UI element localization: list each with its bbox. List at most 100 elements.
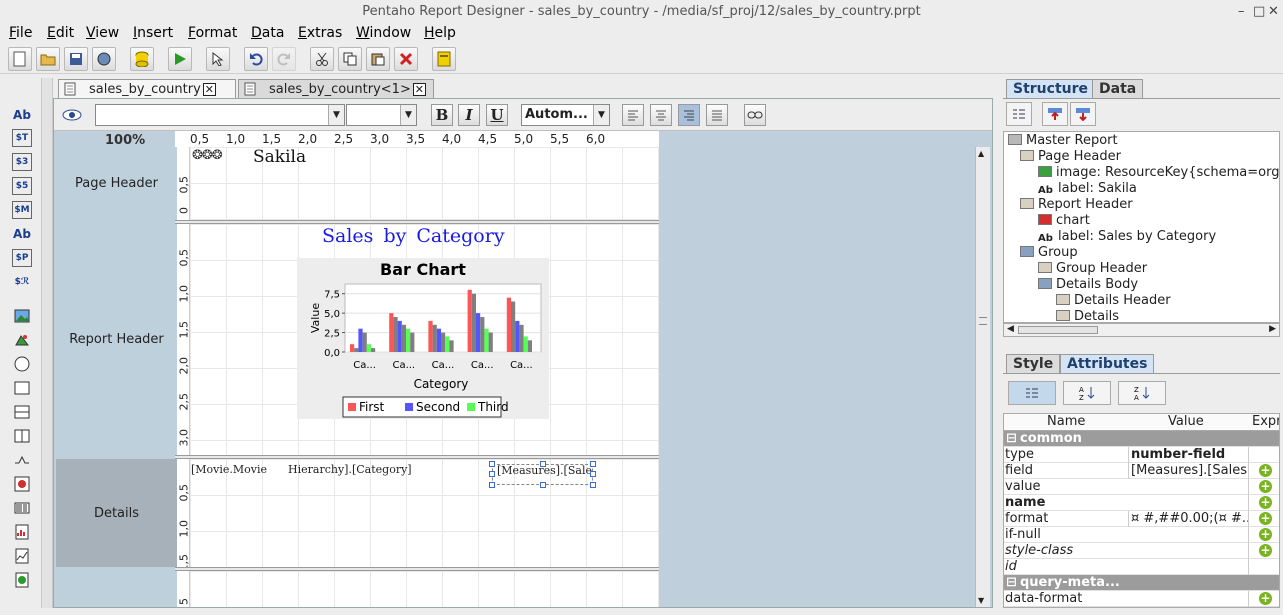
structure-tree[interactable]: Master Report Page Header image: ResourceK…	[1003, 131, 1280, 323]
resource-message-tool-icon[interactable]: $ℛ	[12, 273, 32, 291]
attribute-expression[interactable]: +	[1248, 479, 1279, 495]
attribute-row[interactable]: type number-field	[1004, 447, 1279, 463]
run-preview-icon[interactable]	[168, 47, 192, 71]
align-left-icon[interactable]	[622, 104, 644, 126]
vertical-line-tool-icon[interactable]	[12, 427, 32, 445]
attribute-row[interactable]: data-format +	[1004, 591, 1279, 607]
cut-icon[interactable]	[310, 47, 334, 71]
attribute-expression[interactable]	[1248, 447, 1279, 463]
attribute-value[interactable]: [Measures].[Sales]	[1128, 463, 1248, 479]
tree-item[interactable]: Ab label: Sakila	[1038, 181, 1137, 196]
scroll-down-icon[interactable]: ▼	[978, 596, 984, 605]
menu-file[interactable]: File	[9, 24, 32, 42]
new-report-icon[interactable]	[8, 47, 32, 71]
tree-item[interactable]: Details	[1056, 309, 1119, 322]
tab-attributes[interactable]: Attributes	[1060, 354, 1155, 373]
categorized-view-icon[interactable]	[1008, 381, 1056, 405]
tree-item[interactable]: Group Header	[1038, 261, 1147, 276]
attribute-expression[interactable]: +	[1248, 495, 1279, 511]
resource-label-tool-icon[interactable]: Ab	[12, 225, 32, 243]
resize-handle[interactable]	[540, 482, 546, 488]
bar-sparkline-tool-icon[interactable]	[12, 523, 32, 541]
report-title-label[interactable]: Sales by Category	[322, 225, 505, 247]
report-header-canvas[interactable]: Sales by Category Bar Chart 0,0 2,5 5,0 7,5 V…	[190, 224, 659, 455]
scroll-up-icon[interactable]: ▲	[978, 149, 984, 158]
add-expression-icon[interactable]: +	[1259, 480, 1272, 493]
italic-button[interactable]: I	[458, 104, 480, 126]
attribute-row[interactable]: format ¤ #,##0.00;(¤ #... +	[1004, 511, 1279, 527]
hyperlink-icon[interactable]	[744, 104, 766, 126]
category-field[interactable]: [Movie.Movie Hierarchy].[Category]	[191, 463, 412, 476]
resource-field-tool-icon[interactable]: $P	[12, 249, 32, 267]
report-properties-icon[interactable]	[432, 47, 456, 71]
open-folder-icon[interactable]	[36, 47, 60, 71]
survey-scale-tool-icon[interactable]	[12, 451, 32, 469]
band-label-footer[interactable]	[56, 571, 177, 607]
page-header-canvas[interactable]: ❂❂❂ Sakila	[190, 147, 659, 220]
tree-item[interactable]: Details Header	[1056, 293, 1171, 308]
align-justify-icon[interactable]	[706, 104, 728, 126]
align-center-icon[interactable]	[650, 104, 672, 126]
tree-item[interactable]: chart	[1038, 213, 1090, 228]
image-tool-icon[interactable]	[12, 331, 32, 349]
add-expression-icon[interactable]: +	[1259, 528, 1272, 541]
band-label-page-header[interactable]: Page Header	[56, 147, 177, 220]
zoom-level[interactable]: 100%	[105, 133, 145, 148]
scroll-right-icon[interactable]: ▶	[1269, 324, 1276, 334]
image-field-tool-icon[interactable]	[12, 307, 32, 325]
add-expression-icon[interactable]: +	[1259, 512, 1272, 525]
minimize-button[interactable]: –	[1238, 4, 1245, 20]
chart-tool-icon[interactable]	[12, 475, 32, 493]
tree-item[interactable]: Master Report	[1008, 133, 1118, 148]
resize-handle[interactable]	[489, 482, 495, 488]
scroll-thumb[interactable]	[1018, 326, 1098, 334]
ellipse-tool-icon[interactable]	[12, 355, 32, 373]
barcode-tool-icon[interactable]	[12, 499, 32, 517]
attribute-expression[interactable]: +	[1248, 463, 1279, 479]
attribute-expression[interactable]: +	[1248, 591, 1279, 607]
menu-extras[interactable]: Extras	[298, 24, 342, 42]
menu-view[interactable]: View	[86, 24, 119, 42]
attribute-row[interactable]: style-class +	[1004, 543, 1279, 559]
line-sparkline-tool-icon[interactable]	[12, 547, 32, 565]
attribute-value[interactable]: ¤ #,##0.00;(¤ #...	[1128, 511, 1248, 527]
maximize-button[interactable]: □	[1253, 4, 1265, 20]
resize-handle[interactable]	[489, 471, 495, 477]
footer-canvas[interactable]	[190, 571, 659, 607]
add-expression-icon[interactable]: +	[1259, 496, 1272, 509]
copy-icon[interactable]	[338, 47, 362, 71]
eye-icon[interactable]	[61, 107, 83, 126]
attribute-section[interactable]: ⊟ common	[1004, 431, 1279, 447]
horizontal-line-tool-icon[interactable]	[12, 403, 32, 421]
attribute-expression[interactable]: +	[1248, 527, 1279, 543]
tab-structure[interactable]: Structure	[1006, 79, 1096, 98]
attribute-expression[interactable]: +	[1248, 511, 1279, 527]
tree-item[interactable]: Details Body	[1038, 277, 1138, 292]
details-canvas[interactable]: [Movie.Movie Hierarchy].[Category] [Meas…	[190, 459, 659, 567]
redo-icon[interactable]	[272, 47, 296, 71]
attribute-row[interactable]: if-null +	[1004, 527, 1279, 543]
menu-window[interactable]: Window	[356, 24, 411, 42]
save-icon[interactable]	[64, 47, 88, 71]
number-field-tool-icon[interactable]: $3	[12, 153, 32, 171]
band-label-report-header[interactable]: Report Header	[56, 224, 177, 455]
scroll-thumb[interactable]	[979, 317, 987, 325]
attribute-row[interactable]: field [Measures].[Sales] +	[1004, 463, 1279, 479]
attribute-row[interactable]: id	[1004, 559, 1279, 575]
label-tool-icon[interactable]: Ab	[12, 106, 32, 124]
tree-hscrollbar[interactable]: ◀ ▶	[1003, 323, 1280, 337]
add-expression-icon[interactable]: +	[1259, 544, 1272, 557]
paste-icon[interactable]	[366, 47, 390, 71]
datasource-icon[interactable]	[130, 47, 154, 71]
resize-handle[interactable]	[590, 482, 596, 488]
sort-za-icon[interactable]: ZA	[1118, 381, 1166, 405]
tree-view-icon[interactable]	[1006, 102, 1032, 126]
add-expression-icon[interactable]: +	[1259, 592, 1272, 605]
editor-scrollbar[interactable]: ▲ ▼	[975, 147, 990, 607]
menu-format[interactable]: Format	[188, 24, 237, 42]
menu-data[interactable]: Data	[251, 24, 284, 42]
scroll-left-icon[interactable]: ◀	[1007, 324, 1014, 334]
undo-icon[interactable]	[244, 47, 268, 71]
tree-item[interactable]: Report Header	[1020, 197, 1133, 212]
attribute-value[interactable]: number-field	[1128, 447, 1248, 463]
